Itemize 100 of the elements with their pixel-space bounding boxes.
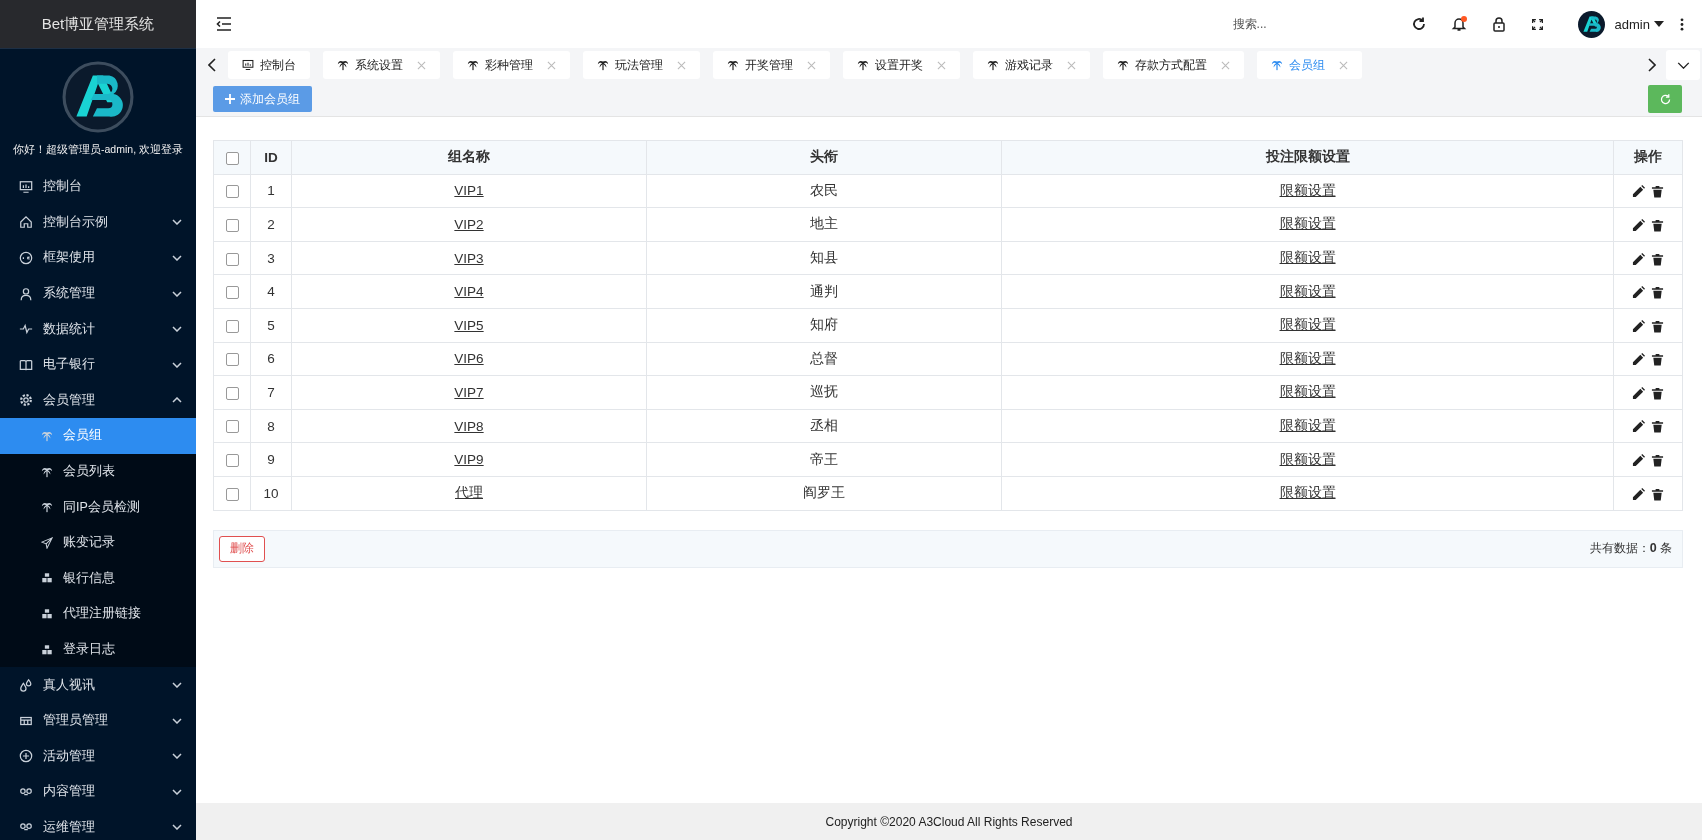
- delete-icon[interactable]: [1651, 420, 1664, 434]
- chevron-left-icon[interactable]: [208, 58, 216, 72]
- edit-icon[interactable]: [1632, 487, 1645, 501]
- sidebar-item[interactable]: 真人视讯: [0, 667, 196, 703]
- edit-icon[interactable]: [1632, 420, 1645, 434]
- sidebar-subitem[interactable]: 登录日志: [0, 631, 196, 668]
- edit-icon[interactable]: [1632, 252, 1645, 266]
- edit-icon[interactable]: [1632, 319, 1645, 333]
- group-name-link[interactable]: VIP4: [454, 284, 484, 300]
- limit-settings-link[interactable]: 限额设置: [1279, 283, 1336, 299]
- tab[interactable]: 存款方式配置: [1103, 51, 1244, 79]
- edit-icon[interactable]: [1632, 353, 1645, 367]
- tab[interactable]: 开奖管理: [713, 51, 830, 79]
- limit-settings-link[interactable]: 限额设置: [1279, 384, 1336, 400]
- row-checkbox[interactable]: [225, 386, 239, 400]
- sidebar-subitem[interactable]: 同IP会员检测: [0, 489, 196, 525]
- edit-icon[interactable]: [1632, 386, 1645, 400]
- sidebar-item[interactable]: 系统管理: [0, 275, 196, 312]
- edit-icon[interactable]: [1632, 218, 1645, 232]
- user-menu[interactable]: admin: [1614, 16, 1664, 32]
- delete-icon[interactable]: [1651, 286, 1664, 300]
- title-cell: 巡抚: [646, 375, 1002, 410]
- title-cell: 地主: [646, 207, 1002, 242]
- delete-icon[interactable]: [1651, 487, 1664, 501]
- row-checkbox[interactable]: [225, 420, 239, 434]
- sidebar-item[interactable]: 活动管理: [0, 738, 196, 775]
- tab[interactable]: 会员组: [1257, 51, 1362, 79]
- menu-label: 真人视讯: [43, 676, 96, 694]
- limit-settings-link[interactable]: 限额设置: [1279, 418, 1336, 434]
- chevron-down-icon: [1676, 61, 1690, 69]
- sidebar-item[interactable]: 控制台示例: [0, 204, 196, 241]
- group-name-link[interactable]: VIP5: [454, 317, 484, 333]
- delete-button[interactable]: 删除: [219, 535, 265, 562]
- limit-settings-link[interactable]: 限额设置: [1279, 250, 1336, 266]
- row-checkbox[interactable]: [225, 454, 239, 468]
- sidebar-subitem[interactable]: 账变记录: [0, 524, 196, 561]
- row-checkbox[interactable]: [225, 218, 239, 232]
- plus-icon: [19, 749, 33, 764]
- tab[interactable]: 设置开奖: [843, 51, 960, 79]
- sidebar-subitem[interactable]: 银行信息: [0, 560, 196, 597]
- chevron-right-icon[interactable]: [1648, 58, 1656, 72]
- sidebar-subitem[interactable]: 会员列表: [0, 453, 196, 490]
- row-checkbox[interactable]: [225, 286, 239, 300]
- group-name-link[interactable]: VIP6: [454, 351, 484, 367]
- limit-settings-link[interactable]: 限额设置: [1279, 485, 1336, 501]
- sidebar-item[interactable]: 会员管理: [0, 382, 196, 419]
- sidebar-item[interactable]: 控制台: [0, 169, 196, 205]
- menu-label: 系统管理: [43, 285, 96, 303]
- row-checkbox[interactable]: [225, 185, 239, 199]
- row-checkbox[interactable]: [225, 319, 239, 333]
- group-name-link[interactable]: VIP9: [454, 452, 484, 468]
- tab[interactable]: 彩种管理: [453, 51, 570, 79]
- delete-icon[interactable]: [1651, 454, 1664, 468]
- limit-settings-link[interactable]: 限额设置: [1279, 317, 1336, 333]
- delete-icon[interactable]: [1651, 319, 1664, 333]
- sidebar-item[interactable]: 框架使用: [0, 240, 196, 276]
- edit-icon[interactable]: [1632, 454, 1645, 468]
- tab[interactable]: 玩法管理: [583, 51, 700, 79]
- sidebar-subitem[interactable]: 代理注册链接: [0, 596, 196, 632]
- delete-icon[interactable]: [1651, 252, 1664, 266]
- group-name-link[interactable]: VIP7: [454, 384, 484, 400]
- more-icon[interactable]: [1680, 17, 1684, 31]
- fullscreen-icon[interactable]: [1530, 17, 1544, 31]
- delete-icon[interactable]: [1651, 218, 1664, 232]
- delete-icon[interactable]: [1651, 386, 1664, 400]
- palm-icon: [41, 465, 53, 478]
- edit-icon[interactable]: [1632, 185, 1645, 199]
- tab-label: 系统设置: [355, 56, 403, 74]
- row-checkbox[interactable]: [225, 353, 239, 367]
- limit-settings-link[interactable]: 限额设置: [1279, 182, 1336, 198]
- sidebar-item[interactable]: 电子银行: [0, 346, 196, 383]
- title-cell: 知县: [646, 241, 1002, 275]
- limit-settings-link[interactable]: 限额设置: [1279, 216, 1336, 232]
- sidebar-item[interactable]: 运维管理: [0, 809, 196, 840]
- menu-icon[interactable]: [216, 17, 232, 31]
- row-checkbox[interactable]: [225, 252, 239, 266]
- delete-icon[interactable]: [1651, 185, 1664, 199]
- id-cell: 4: [250, 274, 292, 309]
- sidebar-item[interactable]: 内容管理: [0, 774, 196, 810]
- lock-icon[interactable]: [1490, 16, 1507, 32]
- tab-label: 控制台: [260, 56, 296, 74]
- refresh-icon[interactable]: [1410, 16, 1427, 32]
- bell-icon[interactable]: [1450, 16, 1467, 32]
- group-name-link[interactable]: 代理: [455, 485, 483, 501]
- edit-icon[interactable]: [1632, 286, 1645, 300]
- group-name-link[interactable]: VIP8: [454, 418, 484, 434]
- tab[interactable]: 游戏记录: [973, 51, 1090, 79]
- group-name-link[interactable]: VIP1: [454, 183, 484, 199]
- sidebar-item[interactable]: 管理员管理: [0, 702, 196, 739]
- group-name-link[interactable]: VIP3: [454, 250, 484, 266]
- id-cell: 10: [250, 476, 292, 511]
- tab[interactable]: 系统设置: [323, 51, 440, 79]
- tab[interactable]: 控制台: [228, 51, 310, 79]
- limit-settings-link[interactable]: 限额设置: [1279, 350, 1336, 366]
- group-name-link[interactable]: VIP2: [454, 217, 484, 232]
- limit-settings-link[interactable]: 限额设置: [1279, 451, 1336, 467]
- sidebar-item[interactable]: 数据统计: [0, 311, 196, 347]
- delete-icon[interactable]: [1651, 353, 1664, 367]
- row-checkbox[interactable]: [225, 487, 239, 501]
- select-all-checkbox[interactable]: [225, 151, 239, 165]
